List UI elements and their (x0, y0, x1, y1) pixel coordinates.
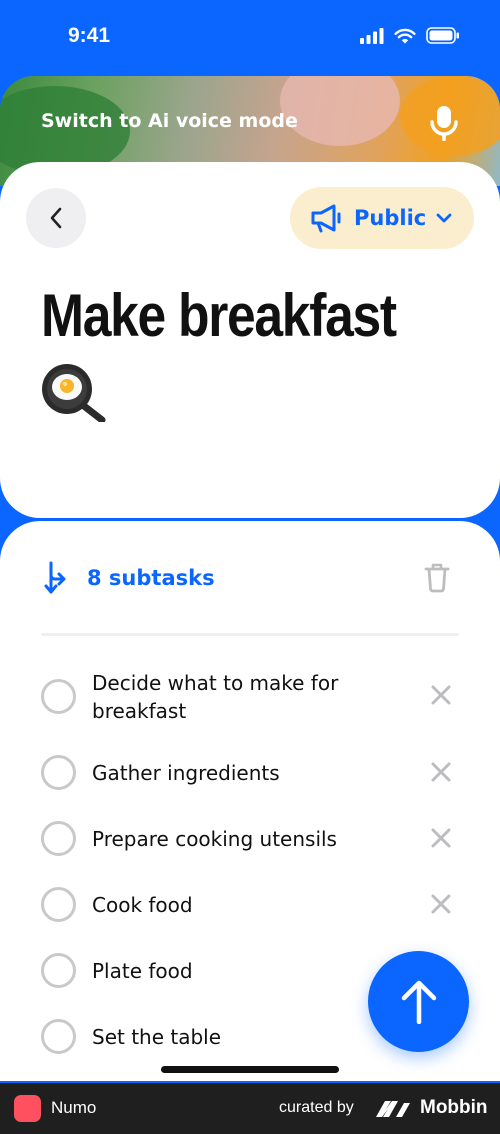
mobbin-brand: Mobbin (420, 1097, 488, 1118)
subtasks-header: 8 subtasks (41, 561, 215, 595)
send-button[interactable] (368, 951, 469, 1052)
status-bar: 9:41 (0, 0, 500, 76)
subtask-label[interactable]: Gather ingredients (92, 759, 392, 787)
subtask-label[interactable]: Prepare cooking utensils (92, 825, 392, 853)
footer-bar: Numo curated by Mobbin (0, 1083, 500, 1134)
subtasks-count: 8 subtasks (87, 566, 215, 590)
microphone-icon[interactable] (430, 106, 458, 142)
subtask-checkbox[interactable] (41, 887, 76, 922)
mobbin-logo-icon (376, 1101, 410, 1117)
close-icon[interactable] (431, 894, 451, 914)
subtask-label[interactable]: Decide what to make for breakfast (92, 669, 392, 725)
chevron-left-icon (50, 207, 62, 229)
visibility-dropdown[interactable]: Public (290, 187, 474, 249)
curated-label: curated by (279, 1099, 354, 1116)
arrow-up-icon (401, 980, 436, 1024)
subtask-checkbox[interactable] (41, 755, 76, 790)
task-header-card: Public Make breakfast (0, 162, 500, 518)
status-time: 9:41 (68, 24, 111, 47)
trash-icon[interactable] (424, 563, 450, 593)
visibility-label: Public (354, 206, 427, 230)
battery-icon (426, 27, 459, 44)
back-button[interactable] (26, 188, 86, 248)
close-icon[interactable] (431, 762, 451, 782)
app-logo-icon (14, 1095, 41, 1122)
task-title: Make breakfast (41, 282, 397, 349)
subtask-checkbox[interactable] (41, 953, 76, 988)
chevron-down-icon (436, 213, 452, 223)
signal-icon (360, 27, 384, 44)
close-icon[interactable] (431, 828, 451, 848)
subtask-checkbox[interactable] (41, 1019, 76, 1054)
banner-art (280, 76, 400, 146)
divider (41, 633, 459, 636)
frying-pan-egg-icon (42, 364, 106, 422)
app-name: Numo (51, 1098, 97, 1117)
subtask-checkbox[interactable] (41, 679, 76, 714)
subtask-label[interactable]: Set the table (92, 1023, 392, 1051)
subtask-branch-icon (44, 561, 66, 594)
wifi-icon (394, 28, 416, 43)
megaphone-icon (311, 204, 341, 233)
subtask-label[interactable]: Cook food (92, 891, 392, 919)
status-icons (360, 27, 460, 44)
voice-mode-label: Switch to Ai voice mode (41, 110, 298, 132)
home-indicator (161, 1066, 339, 1073)
subtask-checkbox[interactable] (41, 821, 76, 856)
close-icon[interactable] (431, 685, 451, 705)
subtask-label[interactable]: Plate food (92, 957, 392, 985)
